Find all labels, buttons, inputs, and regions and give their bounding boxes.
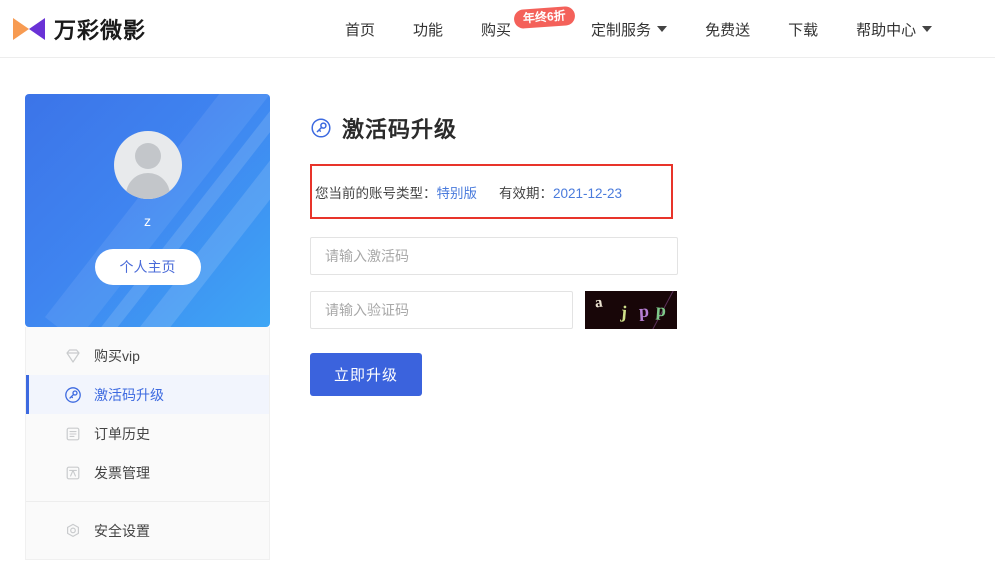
nav-item-download-label: 下载: [788, 19, 818, 40]
nav-item-help-center-label: 帮助中心: [856, 19, 916, 40]
key-circle-icon: [64, 386, 82, 404]
sidebar-group-account: 购买vip 激活码升级: [26, 327, 269, 501]
captcha-character: j: [620, 302, 628, 323]
invoice-icon: [64, 464, 82, 482]
decor-stripe: [45, 94, 270, 327]
brand-name: 万彩微影: [54, 13, 146, 45]
activation-code-row: [310, 237, 995, 275]
nav-item-features[interactable]: 功能: [413, 19, 443, 40]
avatar: [114, 131, 182, 199]
captcha-row: ajpp: [310, 291, 995, 329]
shield-gear-icon: [64, 522, 82, 540]
sidebar-item-order-history[interactable]: 订单历史: [26, 414, 269, 453]
profile-username: z: [144, 213, 151, 229]
nav-item-custom-service-label: 定制服务: [591, 19, 651, 40]
account-info-line: 您当前的账号类型：特别版 有效期：2021-12-23: [315, 182, 622, 202]
sidebar-item-order-history-label: 订单历史: [94, 424, 150, 444]
nav-item-download[interactable]: 下载: [788, 19, 818, 40]
sidebar-group-settings: 安全设置: [26, 501, 269, 559]
account-info-box: 您当前的账号类型：特别版 有效期：2021-12-23: [310, 164, 673, 219]
nav-item-giveaway-label: 免费送: [705, 19, 750, 40]
site-header: 万彩微影 首页 功能 购买 年终6折 定制服务 免费送 下载 帮助中心: [0, 0, 995, 58]
chevron-down-icon: [657, 26, 667, 32]
nav-item-home[interactable]: 首页: [345, 19, 375, 40]
sidebar-item-buy-vip[interactable]: 购买vip: [26, 336, 269, 375]
app-logo-icon: [12, 16, 46, 42]
decor-stripe: [93, 94, 270, 327]
personal-homepage-button[interactable]: 个人主页: [95, 249, 201, 285]
decor-stripe: [124, 94, 270, 327]
key-circle-icon: [310, 117, 332, 139]
sidebar-item-buy-vip-label: 购买vip: [94, 346, 140, 366]
activation-code-input[interactable]: [310, 237, 678, 275]
profile-card: z 个人主页: [25, 94, 270, 327]
clipboard-icon: [64, 425, 82, 443]
nav-item-home-label: 首页: [345, 19, 375, 40]
page-body: z 个人主页 购买vip: [0, 58, 995, 560]
nav-item-buy[interactable]: 购买 年终6折: [481, 19, 511, 40]
sidebar: z 个人主页 购买vip: [25, 94, 270, 560]
main-content: 激活码升级 您当前的账号类型：特别版有效期：2021-12-23 ajpp 立即…: [310, 94, 995, 560]
chevron-down-icon: [922, 26, 932, 32]
diamond-icon: [64, 347, 82, 365]
upgrade-now-button[interactable]: 立即升级: [310, 353, 422, 396]
sidebar-item-security-settings[interactable]: 安全设置: [26, 511, 269, 550]
nav-item-buy-label: 购买: [481, 19, 511, 40]
captcha-input[interactable]: [310, 291, 573, 329]
captcha-image[interactable]: ajpp: [585, 291, 677, 329]
brand-logo[interactable]: 万彩微影: [12, 13, 146, 45]
account-expiry-label: 有效期：: [499, 186, 553, 201]
sidebar-item-activation-upgrade[interactable]: 激活码升级: [26, 375, 269, 414]
nav-item-custom-service[interactable]: 定制服务: [591, 19, 667, 40]
nav-item-help-center[interactable]: 帮助中心: [856, 19, 932, 40]
main-navigation: 首页 功能 购买 年终6折 定制服务 免费送 下载 帮助中心: [345, 0, 932, 58]
promo-badge: 年终6折: [513, 5, 575, 28]
account-type-label: 您当前的账号类型：: [315, 186, 437, 201]
nav-item-giveaway[interactable]: 免费送: [705, 19, 750, 40]
sidebar-item-activation-upgrade-label: 激活码升级: [94, 385, 164, 405]
sidebar-item-security-settings-label: 安全设置: [94, 521, 150, 541]
page-title: 激活码升级: [310, 112, 995, 144]
sidebar-item-invoice-management[interactable]: 发票管理: [26, 453, 269, 492]
account-expiry-value: 2021-12-23: [553, 186, 622, 201]
nav-item-features-label: 功能: [413, 19, 443, 40]
sidebar-item-invoice-management-label: 发票管理: [94, 463, 150, 483]
captcha-character: p: [655, 300, 666, 322]
captcha-character: a: [594, 295, 604, 313]
account-type-value: 特别版: [437, 186, 478, 201]
page-title-text: 激活码升级: [342, 112, 457, 144]
sidebar-menu: 购买vip 激活码升级: [25, 327, 270, 560]
captcha-character: p: [638, 301, 649, 322]
